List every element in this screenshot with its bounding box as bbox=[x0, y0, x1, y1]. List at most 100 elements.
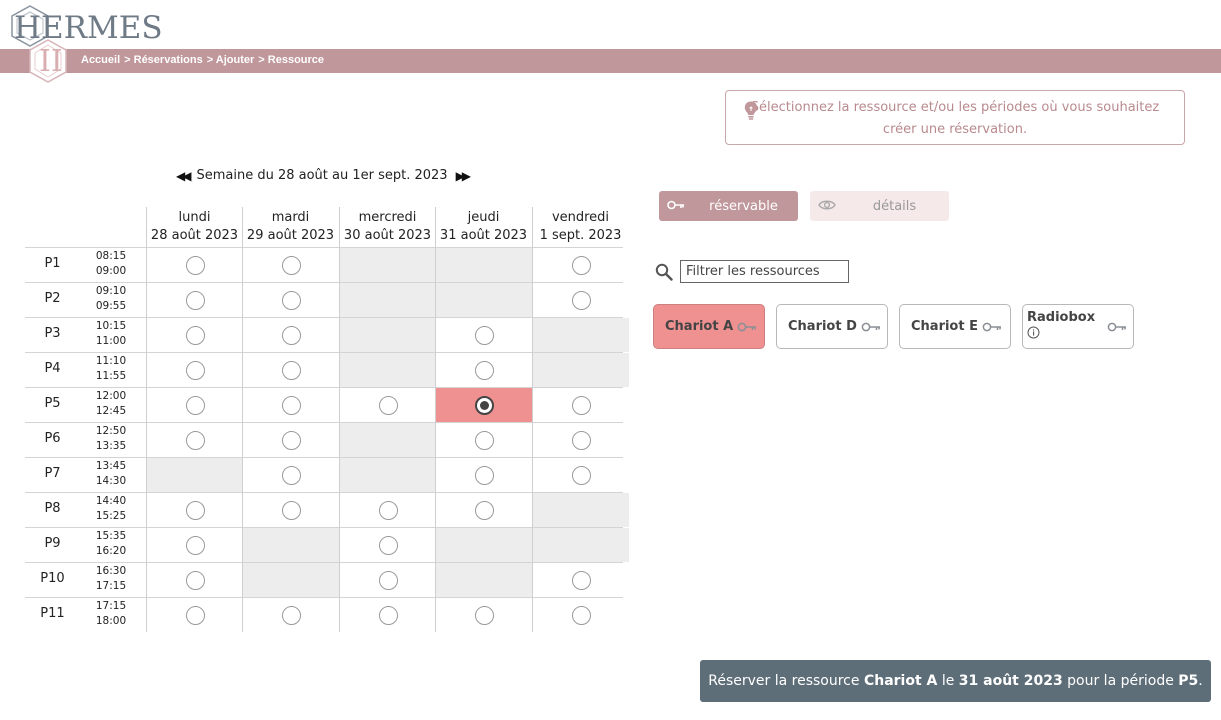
slot-cell[interactable] bbox=[243, 248, 339, 282]
slot-radio[interactable] bbox=[185, 500, 205, 520]
slot-radio[interactable] bbox=[378, 535, 398, 555]
slot-radio[interactable] bbox=[474, 500, 494, 520]
slot-cell[interactable] bbox=[533, 423, 629, 457]
slot-cell[interactable] bbox=[436, 353, 532, 387]
resource-radiobox[interactable]: Radiobox bbox=[1022, 304, 1134, 349]
slot-radio[interactable] bbox=[281, 395, 301, 415]
slot-cell[interactable] bbox=[340, 528, 436, 562]
slot-cell[interactable] bbox=[436, 598, 532, 632]
slot-radio[interactable] bbox=[474, 605, 494, 625]
slot-cell[interactable] bbox=[147, 248, 243, 282]
slot-radio[interactable] bbox=[281, 430, 301, 450]
period-start: 08:15 bbox=[95, 250, 127, 262]
slot-cell[interactable] bbox=[533, 458, 629, 492]
slot-radio[interactable] bbox=[185, 290, 205, 310]
slot-cell[interactable] bbox=[243, 283, 339, 317]
slot-cell[interactable] bbox=[243, 318, 339, 352]
resource-chariot-e[interactable]: Chariot E bbox=[899, 304, 1011, 349]
slot-radio[interactable] bbox=[185, 360, 205, 380]
slot-radio[interactable] bbox=[185, 325, 205, 345]
slot-cell[interactable] bbox=[243, 388, 339, 422]
period-name: P1 bbox=[44, 256, 61, 271]
slot-cell[interactable] bbox=[147, 598, 243, 632]
slot-cell[interactable] bbox=[147, 528, 243, 562]
slot-radio[interactable] bbox=[474, 325, 494, 345]
slot-radio[interactable] bbox=[474, 465, 494, 485]
next-week-button[interactable]: ▶▶ bbox=[456, 169, 472, 183]
slot-radio[interactable] bbox=[185, 430, 205, 450]
slot-radio[interactable] bbox=[571, 465, 591, 485]
slot-radio[interactable] bbox=[571, 290, 591, 310]
period-name: P3 bbox=[44, 326, 61, 341]
slot-cell[interactable] bbox=[436, 458, 532, 492]
slot-radio[interactable] bbox=[185, 255, 205, 275]
slot-radio[interactable] bbox=[378, 395, 398, 415]
slot-radio[interactable] bbox=[378, 605, 398, 625]
slot-radio[interactable] bbox=[281, 255, 301, 275]
previous-week-button[interactable]: ◀◀ bbox=[176, 169, 192, 183]
slot-cell[interactable] bbox=[533, 598, 629, 632]
hermes-logo[interactable]: HERMES II bbox=[6, 4, 163, 86]
slot-cell[interactable] bbox=[340, 563, 436, 597]
slot-radio[interactable] bbox=[185, 570, 205, 590]
unavailable-slot bbox=[340, 248, 436, 282]
slot-radio-selected[interactable] bbox=[474, 395, 494, 415]
slot-cell[interactable] bbox=[147, 388, 243, 422]
slot-radio[interactable] bbox=[571, 430, 591, 450]
slot-cell[interactable] bbox=[340, 388, 436, 422]
slot-cell[interactable] bbox=[147, 318, 243, 352]
slot-radio[interactable] bbox=[474, 430, 494, 450]
slot-radio[interactable] bbox=[281, 465, 301, 485]
unavailable-slot bbox=[436, 248, 532, 282]
slot-radio[interactable] bbox=[281, 325, 301, 345]
slot-radio[interactable] bbox=[474, 360, 494, 380]
slot-radio[interactable] bbox=[185, 535, 205, 555]
slot-cell[interactable] bbox=[340, 493, 436, 527]
breadcrumb-ajouter[interactable]: > Ajouter bbox=[207, 54, 255, 66]
tab-details[interactable]: détails bbox=[810, 191, 949, 221]
period-time: 09:10 09:55 bbox=[91, 284, 131, 314]
slot-radio[interactable] bbox=[281, 290, 301, 310]
slot-cell[interactable] bbox=[436, 388, 532, 422]
slot-cell[interactable] bbox=[533, 563, 629, 597]
slot-radio[interactable] bbox=[281, 360, 301, 380]
slot-cell[interactable] bbox=[243, 598, 339, 632]
slot-cell[interactable] bbox=[436, 493, 532, 527]
slot-radio[interactable] bbox=[571, 255, 591, 275]
slot-radio[interactable] bbox=[378, 500, 398, 520]
period-name: P2 bbox=[44, 291, 61, 306]
slot-cell[interactable] bbox=[147, 493, 243, 527]
reserve-button[interactable]: Réserver la ressource Chariot A le 31 ao… bbox=[700, 660, 1211, 702]
filter-resources-input[interactable] bbox=[680, 260, 849, 283]
slot-cell[interactable] bbox=[147, 353, 243, 387]
unavailable-slot bbox=[436, 563, 532, 597]
tab-reservable[interactable]: réservable bbox=[659, 191, 798, 221]
slot-radio[interactable] bbox=[571, 570, 591, 590]
slot-cell[interactable] bbox=[533, 388, 629, 422]
slot-radio[interactable] bbox=[281, 605, 301, 625]
slot-cell[interactable] bbox=[243, 458, 339, 492]
slot-cell[interactable] bbox=[340, 598, 436, 632]
slot-cell[interactable] bbox=[147, 423, 243, 457]
resource-chariot-a[interactable]: Chariot A bbox=[653, 304, 765, 349]
slot-radio[interactable] bbox=[185, 605, 205, 625]
period-start: 12:50 bbox=[95, 425, 127, 437]
slot-radio[interactable] bbox=[571, 395, 591, 415]
slot-cell[interactable] bbox=[243, 493, 339, 527]
column-divider bbox=[242, 247, 243, 632]
slot-radio[interactable] bbox=[571, 605, 591, 625]
resource-chariot-d[interactable]: Chariot D bbox=[776, 304, 888, 349]
slot-cell[interactable] bbox=[436, 318, 532, 352]
slot-cell[interactable] bbox=[243, 353, 339, 387]
slot-cell[interactable] bbox=[533, 248, 629, 282]
slot-cell[interactable] bbox=[147, 283, 243, 317]
slot-cell[interactable] bbox=[147, 563, 243, 597]
slot-radio[interactable] bbox=[281, 500, 301, 520]
slot-cell[interactable] bbox=[533, 283, 629, 317]
slot-radio[interactable] bbox=[378, 570, 398, 590]
slot-radio[interactable] bbox=[185, 395, 205, 415]
breadcrumb-ressource[interactable]: > Ressource bbox=[258, 54, 324, 66]
slot-cell[interactable] bbox=[436, 423, 532, 457]
slot-cell[interactable] bbox=[243, 423, 339, 457]
info-icon[interactable] bbox=[1027, 326, 1040, 339]
